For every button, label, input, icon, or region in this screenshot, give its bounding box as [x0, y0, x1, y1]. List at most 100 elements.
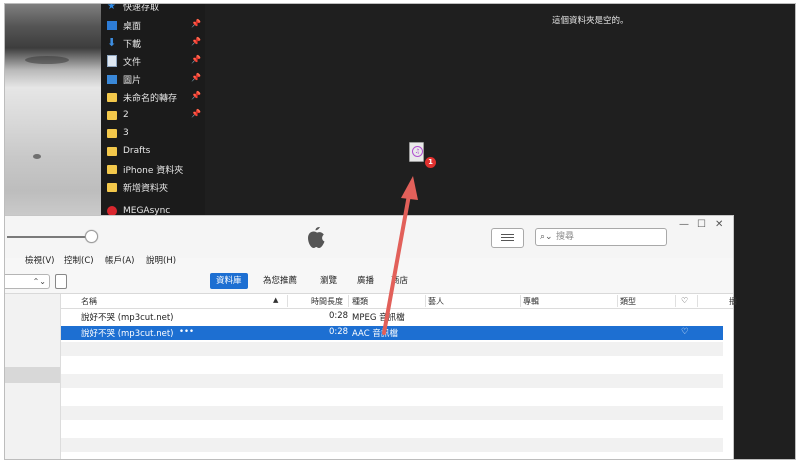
nav-item-untitled-dump[interactable]: 未命名的轉存 📌: [107, 89, 203, 105]
itunes-window: ⌕⌄ 搜尋 — ☐ ✕ 檢視(V) 控制(C) 帳戶(A) 說明(H) ⌃⌄ 資…: [5, 215, 737, 459]
row-name: 說好不哭 (mp3cut.net): [81, 313, 174, 323]
nav-item-documents[interactable]: 文件 📌: [107, 53, 203, 69]
tab-store[interactable]: 商店: [385, 273, 414, 289]
nav-item-drafts[interactable]: Drafts: [107, 143, 203, 159]
nav-item-downloads[interactable]: ⬇ 下載 📌: [107, 35, 203, 51]
nav-item-quick-access[interactable]: ★ 快速存取: [107, 3, 203, 14]
column-album[interactable]: 專輯: [523, 296, 539, 307]
screenshot-frame: ★ 快速存取 桌面 📌 ⬇ 下載 📌 文件 📌 圖片 📌 未命名的轉存 📌 2 …: [4, 3, 796, 460]
close-button[interactable]: ✕: [715, 219, 723, 230]
column-kind[interactable]: 種類: [352, 296, 368, 307]
nav-item-label: 3: [123, 128, 129, 138]
row-duration: 0:28: [329, 311, 349, 321]
wallpaper-rock: [25, 56, 69, 64]
explorer-content-area[interactable]: 這個資料夾是空的。 ♫ 1: [205, 4, 795, 217]
nav-item-label: 新增資料夾: [123, 183, 169, 194]
library-sidebar: [5, 294, 61, 459]
desktop-icon: [107, 20, 117, 30]
table-header: 名稱 ▲ 時間長度 種類 藝人 專輯 類型 ♡ 播: [61, 294, 737, 309]
pin-icon: 📌: [191, 73, 201, 82]
nav-item-label: 桌面: [123, 21, 142, 32]
drag-count-badge: 1: [425, 157, 436, 168]
pin-icon: 📌: [191, 91, 201, 100]
sort-ascending-icon: ▲: [273, 296, 279, 304]
menu-account[interactable]: 帳戶(A): [105, 254, 134, 266]
pin-icon: 📌: [191, 55, 201, 64]
pin-icon: 📌: [191, 37, 201, 46]
explorer-nav-pane: ★ 快速存取 桌面 📌 ⬇ 下載 📌 文件 📌 圖片 📌 未命名的轉存 📌 2 …: [101, 4, 205, 217]
nav-item-label: 快速存取: [123, 3, 160, 13]
folder-icon: [107, 128, 117, 138]
download-arrow-icon: ⬇: [107, 36, 117, 49]
column-name[interactable]: 名稱: [81, 296, 97, 307]
column-artist[interactable]: 藝人: [428, 296, 444, 307]
nav-item-pictures[interactable]: 圖片 📌: [107, 71, 203, 87]
updown-chevron-icon: ⌃⌄: [32, 277, 46, 286]
pin-icon: 📌: [191, 19, 201, 28]
tab-for-you[interactable]: 為您推薦: [257, 273, 303, 289]
wallpaper-stone: [33, 154, 41, 159]
itunes-toolbar: ⌕⌄ 搜尋 — ☐ ✕: [5, 216, 733, 258]
menu-help[interactable]: 說明(H): [146, 254, 176, 266]
tab-library[interactable]: 資料庫: [210, 273, 248, 289]
dragged-music-file-icon[interactable]: ♫: [409, 142, 424, 162]
column-duration[interactable]: 時間長度: [311, 296, 343, 307]
column-extra[interactable]: 播: [729, 296, 737, 307]
media-nav-row: ⌃⌄ 資料庫 為您推薦 瀏覽 廣播 商店: [5, 271, 733, 294]
nav-item-label: 圖片: [123, 75, 142, 86]
menu-controls[interactable]: 控制(C): [64, 254, 94, 266]
heart-column-icon[interactable]: ♡: [681, 296, 688, 305]
sidebar-selected-item[interactable]: [5, 367, 60, 383]
folder-icon: [107, 182, 117, 192]
menu-view[interactable]: 檢視(V): [25, 254, 54, 266]
row-duration: 0:28: [329, 327, 349, 337]
list-view-button[interactable]: [491, 228, 524, 248]
more-options-icon[interactable]: •••: [179, 327, 194, 337]
folder-icon: [107, 92, 117, 102]
empty-folder-message: 這個資料夾是空的。: [552, 16, 629, 26]
nav-item-label: 未命名的轉存: [123, 93, 178, 104]
nav-item-folder-3[interactable]: 3: [107, 125, 203, 141]
star-icon: ★: [107, 3, 116, 12]
volume-knob[interactable]: [85, 230, 98, 243]
search-placeholder: 搜尋: [556, 232, 575, 242]
empty-row: [61, 438, 723, 452]
nav-item-label: 2: [123, 110, 129, 120]
nav-item-label: 文件: [123, 57, 142, 68]
folder-icon: [107, 146, 117, 156]
tab-radio[interactable]: 廣播: [351, 273, 380, 289]
desktop-wallpaper: [5, 4, 101, 224]
menu-bar: 檢視(V) 控制(C) 帳戶(A) 說明(H): [5, 254, 733, 268]
empty-row: [61, 406, 723, 420]
column-genre[interactable]: 類型: [620, 296, 636, 307]
row-kind: AAC 音訊檔: [352, 329, 398, 339]
nav-item-desktop[interactable]: 桌面 📌: [107, 17, 203, 33]
tab-browse[interactable]: 瀏覽: [314, 273, 343, 289]
device-icon[interactable]: [55, 274, 67, 289]
nav-item-iphone-folder[interactable]: iPhone 資料夾: [107, 161, 203, 177]
maximize-button[interactable]: ☐: [697, 219, 706, 230]
search-icon: ⌕⌄: [540, 232, 553, 242]
row-kind: MPEG 音訊檔: [352, 313, 405, 323]
media-kind-select[interactable]: ⌃⌄: [5, 274, 50, 289]
apple-logo-icon: [308, 226, 325, 248]
minimize-button[interactable]: —: [679, 219, 689, 230]
search-field[interactable]: ⌕⌄ 搜尋: [535, 228, 667, 246]
pictures-icon: [107, 74, 117, 84]
document-icon: [107, 55, 117, 67]
empty-row: [61, 342, 723, 356]
music-note-icon: ♫: [412, 146, 423, 157]
pin-icon: 📌: [191, 109, 201, 118]
song-table: 名稱 ▲ 時間長度 種類 藝人 專輯 類型 ♡ 播 說好不哭 (mp3cut.n…: [61, 294, 737, 459]
heart-icon[interactable]: ♡: [681, 327, 689, 337]
table-row[interactable]: 說好不哭 (mp3cut.net) 0:28 MPEG 音訊檔: [61, 310, 723, 324]
folder-icon: [107, 164, 117, 174]
folder-icon: [107, 110, 117, 120]
nav-item-folder-2[interactable]: 2 📌: [107, 107, 203, 123]
nav-item-new-folder[interactable]: 新增資料夾: [107, 179, 203, 195]
nav-item-label: iPhone 資料夾: [123, 165, 184, 176]
nav-item-label: 下載: [123, 39, 142, 50]
table-row-selected[interactable]: 說好不哭 (mp3cut.net) ••• 0:28 AAC 音訊檔 ♡: [61, 326, 723, 340]
row-name: 說好不哭 (mp3cut.net): [81, 329, 174, 339]
volume-slider[interactable]: [7, 236, 93, 238]
